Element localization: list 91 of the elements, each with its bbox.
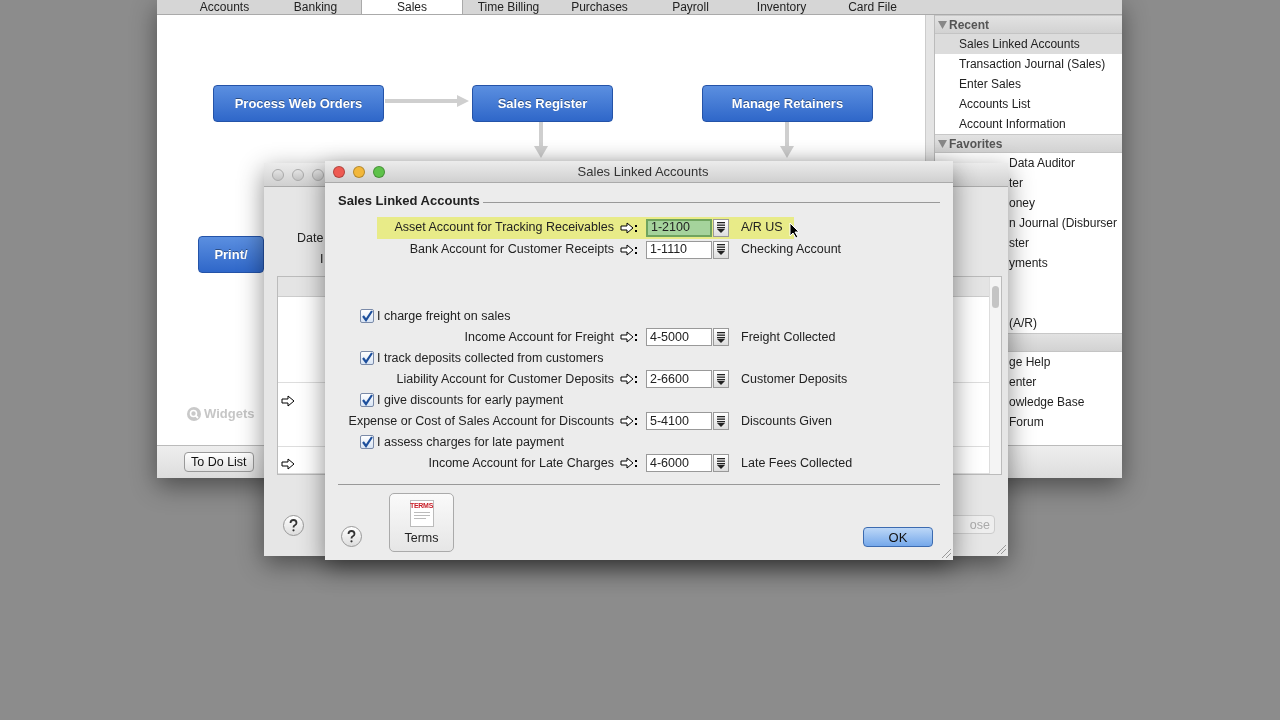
check-icon (361, 352, 373, 364)
zoom-arrow-icon[interactable] (620, 221, 638, 234)
account-field[interactable]: 1-1110 (646, 240, 712, 259)
search-icon (187, 406, 201, 421)
account-name: Discounts Given (741, 412, 832, 430)
sidebar-item[interactable]: Sales Linked Accounts (935, 34, 1122, 54)
help-button[interactable] (341, 525, 362, 547)
tab[interactable]: Accounts (179, 0, 270, 14)
checkbox-label: I assess charges for late payment (377, 433, 564, 451)
tab[interactable]: Card File (827, 0, 918, 14)
check-icon (361, 436, 373, 448)
flow-arrow (534, 122, 548, 158)
field-label: Bank Account for Customer Receipts (408, 241, 614, 259)
list-button[interactable] (713, 328, 729, 346)
section-title: Favorites (949, 135, 1003, 153)
sidebar-item[interactable]: Enter Sales (935, 74, 1122, 94)
account-name: Late Fees Collected (741, 454, 853, 472)
checkbox[interactable] (360, 309, 374, 323)
field-label: Expense or Cost of Sales Account for Discounts (347, 412, 614, 430)
checkbox[interactable] (360, 393, 374, 407)
sidebar-item[interactable]: Accounts List (935, 94, 1122, 114)
tab[interactable]: Time Billing (463, 0, 554, 14)
sidebar-item[interactable]: Transaction Journal (Sales) (935, 54, 1122, 74)
tab[interactable]: Banking (270, 0, 361, 14)
tab[interactable]: Purchases (554, 0, 645, 14)
zoom-arrow-icon[interactable] (620, 457, 638, 469)
flow-button[interactable]: Print/ (198, 236, 264, 273)
zoom-arrow-icon[interactable] (620, 373, 638, 385)
text-lines-icon (412, 509, 431, 522)
checkbox-label: I track deposits collected from customers (377, 349, 604, 367)
flow-button[interactable]: Process Web Orders (213, 85, 384, 122)
account-field[interactable]: 4-5000 (646, 328, 712, 346)
field-label: Income Account for Late Charges (427, 454, 614, 472)
section-header[interactable]: Favorites (935, 134, 1122, 153)
account-field[interactable]: 2-6600 (646, 370, 712, 388)
zoom-arrow-icon[interactable] (620, 415, 638, 427)
check-icon (361, 394, 373, 406)
account-name: Customer Deposits (741, 370, 848, 388)
tab[interactable]: Payroll (645, 0, 736, 14)
list-button[interactable] (713, 240, 729, 259)
account-field[interactable]: 5-4100 (646, 412, 712, 430)
account-name: Freight Collected (741, 328, 836, 346)
disclosure-triangle-icon[interactable] (938, 139, 947, 148)
list-icon (717, 331, 725, 343)
tab[interactable]: Sales (361, 0, 463, 14)
checkbox-label: I give discounts for early payment (377, 391, 564, 409)
field-label: Income Account for Freight (463, 328, 614, 346)
list-icon (717, 457, 725, 469)
checkbox-label: I charge freight on sales (377, 307, 511, 325)
tab[interactable]: Inventory (736, 0, 827, 14)
zoom-arrow-icon[interactable] (620, 243, 638, 256)
list-button[interactable] (713, 454, 729, 472)
resize-grip-icon[interactable] (941, 548, 951, 558)
sidebar-item[interactable]: Account Information (935, 114, 1122, 134)
account-name: Checking Account (741, 241, 842, 259)
resize-grip-icon[interactable] (996, 544, 1006, 554)
account-field[interactable]: 4-6000 (646, 454, 712, 472)
disclosure-triangle-icon[interactable] (938, 20, 947, 29)
field-label: Date (297, 231, 324, 245)
checkbox[interactable] (360, 435, 374, 449)
arrow-icon[interactable] (281, 395, 295, 407)
checkbox[interactable] (360, 351, 374, 365)
window-title: Sales Linked Accounts (576, 162, 710, 181)
help-button[interactable] (283, 515, 304, 536)
question-mark-icon (347, 529, 356, 543)
flow-button[interactable]: Sales Register (472, 85, 613, 122)
list-button[interactable] (713, 412, 729, 430)
todo-button[interactable]: To Do List (184, 452, 254, 472)
check-icon (361, 310, 373, 322)
field-label: Liability Account for Customer Deposits (395, 370, 614, 388)
cursor-icon (789, 222, 800, 239)
account-name: A/R US (741, 219, 783, 237)
arrow-icon[interactable] (281, 458, 295, 470)
list-button[interactable] (713, 218, 729, 237)
scrollbar-thumb[interactable] (992, 286, 999, 308)
question-mark-icon (289, 519, 298, 532)
field-label: Asset Account for Tracking Receivables (393, 219, 614, 237)
list-icon (717, 222, 725, 233)
zoom-arrow-icon[interactable] (620, 331, 638, 343)
list-icon (717, 415, 725, 427)
account-field[interactable]: 1-2100 (646, 218, 712, 237)
section-header[interactable]: Recent (935, 15, 1122, 34)
list-icon (717, 373, 725, 385)
ok-button[interactable]: OK (863, 526, 933, 547)
flow-button[interactable]: Manage Retainers (702, 85, 873, 122)
list-icon (717, 244, 725, 255)
flow-arrow (780, 122, 794, 158)
section-title: Recent (949, 16, 989, 34)
section-title: Sales Linked Accounts (338, 192, 480, 210)
list-button[interactable] (713, 370, 729, 388)
field-label: I (320, 252, 324, 266)
